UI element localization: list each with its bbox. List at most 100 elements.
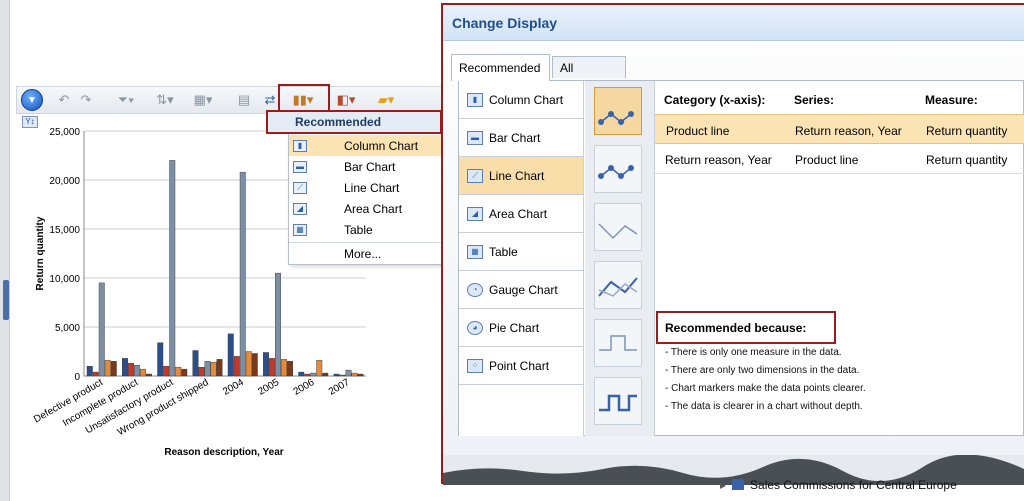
chart-bar <box>275 272 281 377</box>
pie-chart-icon: ◕ <box>467 320 483 335</box>
dropdown-item-table[interactable]: ▦ Table <box>289 219 441 240</box>
chart-bar <box>163 365 170 377</box>
line-chart-icon: ⟋ <box>467 168 483 183</box>
dropdown-item-more[interactable]: More... <box>289 243 441 264</box>
chart-bar <box>210 362 217 377</box>
y-tick-label: 10,000 <box>49 274 80 285</box>
chart-type-point[interactable]: ⁘ Point Chart <box>459 347 583 385</box>
chart-bar <box>287 361 293 377</box>
variant-thumbnail[interactable] <box>594 377 642 425</box>
tab-all[interactable]: All <box>552 56 626 78</box>
chart-bar <box>140 368 146 377</box>
chart-variant-thumbnails <box>585 81 655 436</box>
reason-text: - Chart markers make the data points cle… <box>665 383 866 394</box>
chart-bar <box>322 372 329 377</box>
dropdown-item-label: Line Chart <box>344 180 400 195</box>
x-tick-label: 2004 <box>221 377 246 398</box>
x-tick-label: 2007 <box>327 377 352 398</box>
chart-type-gauge[interactable]: ◔ Gauge Chart <box>459 271 583 309</box>
chart-bar <box>92 371 99 377</box>
chart-bar <box>175 366 182 377</box>
filter-icon[interactable]: ⏷▾ <box>113 91 139 109</box>
side-panel-handle[interactable] <box>3 280 9 320</box>
undo-icon[interactable]: ↶ <box>55 91 73 109</box>
table-icon: ▦ <box>293 223 307 236</box>
chart-bar <box>298 371 305 377</box>
dropdown-header-recommended: Recommended <box>266 110 442 134</box>
table-icon: ▦ <box>467 244 483 259</box>
chart-bar <box>169 160 176 377</box>
dropdown-item-area-chart[interactable]: ◢ Area Chart <box>289 198 441 219</box>
x-axis-label: Reason description, Year <box>164 447 283 458</box>
cell-measure: Return quantity <box>926 153 1008 167</box>
y-tick-label: 5,000 <box>55 323 80 334</box>
cell-category: Return reason, Year <box>665 153 772 167</box>
header-measure: Measure: <box>925 93 978 107</box>
variant-thumbnail[interactable] <box>594 203 642 251</box>
chart-bar <box>304 373 311 377</box>
y-tick-label: 0 <box>74 372 80 383</box>
recommended-because-title: Recommended because: <box>656 311 836 344</box>
variant-thumbnail[interactable] <box>594 319 642 367</box>
reason-text: - The data is clearer in a chart without… <box>665 401 863 412</box>
chart-type-label: Area Chart <box>489 206 548 221</box>
x-tick-label: 2005 <box>256 377 281 398</box>
chart-type-bar[interactable]: ▬ Bar Chart <box>459 119 583 157</box>
dropdown-item-column-chart[interactable]: ▮ Column Chart <box>289 135 441 156</box>
dropdown-item-line-chart[interactable]: ⟋ Line Chart <box>289 177 441 198</box>
sort-icon[interactable]: ⇅▾ <box>151 91 179 109</box>
variant-thumbnail[interactable] <box>594 87 642 135</box>
reason-text: - There are only two dimensions in the d… <box>665 365 860 376</box>
cell-series: Product line <box>795 153 859 167</box>
dropdown-item-bar-chart[interactable]: ▬ Bar Chart <box>289 156 441 177</box>
area-chart-icon: ◢ <box>467 206 483 221</box>
grid-icon[interactable]: ▤ <box>235 91 253 109</box>
chart-type-label: Table <box>489 244 518 259</box>
dropdown-item-label: Bar Chart <box>344 159 396 174</box>
highlight-icon[interactable]: ▰▾ <box>371 91 401 109</box>
chart-type-pie[interactable]: ◕ Pie Chart <box>459 309 583 347</box>
data-mapping-table: Category (x-axis): Series: Measure: Prod… <box>655 84 1024 179</box>
point-chart-icon: ⁘ <box>467 358 483 373</box>
column-chart-icon: ▮ <box>467 92 483 107</box>
background-report-item[interactable]: ▸ Sales Commissions for Central Europe <box>720 478 957 492</box>
variant-thumbnail[interactable] <box>594 145 642 193</box>
chart-type-area[interactable]: ◢ Area Chart <box>459 195 583 233</box>
menu-circle-button[interactable]: ▼ <box>21 89 43 111</box>
y-tick-label: 25,000 <box>49 127 80 138</box>
chart-type-table[interactable]: ▦ Table <box>459 233 583 271</box>
chart-bar <box>128 363 134 377</box>
chart-bar <box>245 351 252 377</box>
chart-bar <box>192 350 199 377</box>
chart-bar <box>227 333 234 377</box>
dropdown-item-label: Column Chart <box>344 138 419 153</box>
chart-type-line[interactable]: ⟋ Line Chart <box>459 157 583 195</box>
area-chart-icon: ◢ <box>293 202 307 215</box>
swap-icon[interactable]: ⇄ <box>261 91 279 109</box>
chart-type-list: ▮ Column Chart ▬ Bar Chart ⟋ Line Chart ◢ Ar… <box>459 81 584 436</box>
chart-bar <box>333 373 340 377</box>
chart-bar <box>339 374 346 377</box>
chart-bar <box>98 282 105 377</box>
chart-type-button-highlight[interactable] <box>278 84 330 112</box>
chart-type-label: Gauge Chart <box>489 282 558 297</box>
redo-icon[interactable]: ↷ <box>77 91 95 109</box>
chart-bar <box>310 372 317 377</box>
layout-icon[interactable]: ▦▾ <box>189 91 217 109</box>
header-category: Category (x-axis): <box>664 93 766 107</box>
chart-type-label: Point Chart <box>489 358 550 373</box>
chart-bar <box>181 368 188 377</box>
table-row[interactable]: Return reason, Year Product line Return … <box>655 144 1024 174</box>
color-theme-icon[interactable]: ◧▾ <box>331 91 361 109</box>
chart-bar <box>146 373 152 377</box>
chart-type-column[interactable]: ▮ Column Chart <box>459 81 583 119</box>
chart-type-dropdown: ▮ Column Chart ▬ Bar Chart ⟋ Line Chart … <box>288 111 442 265</box>
line-chart-icon: ⟋ <box>293 181 307 194</box>
yt-tag-icon[interactable]: Y↕ <box>22 116 38 128</box>
chart-bar <box>104 360 111 377</box>
variant-thumbnail[interactable] <box>594 261 642 309</box>
tab-recommended[interactable]: Recommended <box>451 54 550 81</box>
chart-bar <box>134 365 140 377</box>
table-header: Category (x-axis): Series: Measure: <box>655 84 1024 114</box>
table-row[interactable]: Product line Return reason, Year Return … <box>655 114 1024 144</box>
